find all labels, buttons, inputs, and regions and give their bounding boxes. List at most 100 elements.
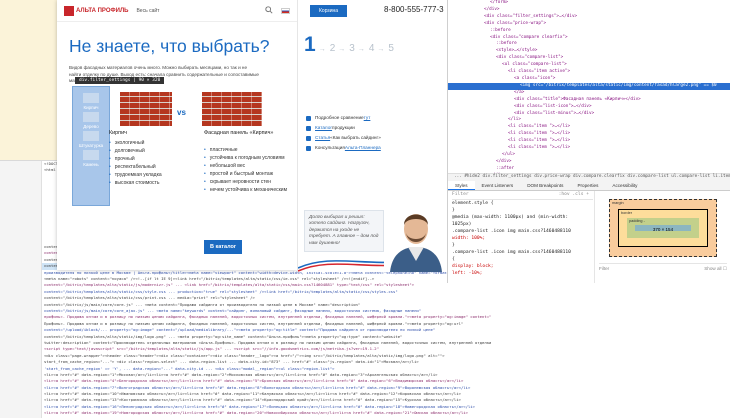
dom-node[interactable]: <div class="list-minus">…</div> — [448, 111, 730, 118]
show-all-checkbox[interactable]: Show all ☐ — [704, 266, 727, 273]
catalog-button[interactable]: В каталог — [204, 240, 243, 254]
tab-styles[interactable]: Styles — [448, 181, 475, 190]
dom-node[interactable]: <div class="compare-list"> — [448, 55, 730, 62]
style-line[interactable]: left: -10%; — [452, 270, 593, 277]
filter-item-label[interactable]: Кирпич — [73, 105, 109, 110]
style-line[interactable]: { — [452, 256, 593, 263]
arrow-right-icon: → — [357, 46, 365, 53]
box-model-margin: margin border padding - 370 × 154 — [609, 199, 717, 257]
style-line[interactable]: } — [452, 207, 593, 214]
dom-node[interactable]: <style>…</style> — [448, 48, 730, 55]
style-line[interactable]: } — [452, 242, 593, 249]
style-line[interactable]: 1025px) — [452, 221, 593, 228]
site-right-panel: Корзина 8-800-555-777-3 1 → 2 → 3 → 4 → … — [297, 0, 447, 272]
logo-text: АЛЬТА ПРОФИЛЬ — [76, 7, 129, 14]
dom-node[interactable]: </li> — [448, 117, 730, 124]
dom-node[interactable]: </form> — [448, 0, 730, 7]
filter-item-label[interactable]: Штукатурка — [73, 143, 109, 148]
box-model-border: border padding - 370 × 154 — [618, 209, 708, 247]
dom-node[interactable]: <div class="filter_settings">…</div> — [448, 14, 730, 21]
filter-swatch[interactable] — [83, 150, 99, 160]
style-line[interactable]: element.style { — [452, 200, 593, 207]
dom-breadcrumb[interactable]: ... #hide2 div.filter_settings div.price… — [448, 173, 730, 181]
search-icon[interactable] — [265, 5, 273, 16]
dom-node[interactable]: </ul> — [448, 152, 730, 159]
step-5[interactable]: 5 — [388, 43, 394, 54]
dom-node[interactable]: </a> — [448, 90, 730, 97]
dom-node[interactable]: <div class="price-wrap"> — [448, 21, 730, 28]
dom-node[interactable]: <li class="item ">…</li> — [448, 131, 730, 138]
link-compare[interactable]: Подробное сравнение тут — [306, 113, 381, 123]
dom-node[interactable]: ::before — [448, 28, 730, 35]
feature-item: простой и быстрый монтаж — [204, 170, 292, 178]
language-flag-icon[interactable] — [281, 7, 290, 14]
filter-item-label[interactable]: Камень — [73, 162, 109, 167]
styles-filter-hints[interactable]: :hov .cls + — [559, 191, 589, 199]
step-2[interactable]: 2 — [330, 43, 336, 54]
dom-node[interactable]: </div> — [448, 159, 730, 166]
tab-accessibility[interactable]: Accessibility — [605, 181, 644, 190]
element-tooltip: div.filter_settings | 90 × 320 — [75, 77, 165, 84]
style-line[interactable]: display: block; — [452, 263, 593, 270]
right-column-title: Фасадная панель «Кирпич» — [204, 130, 274, 136]
step-4[interactable]: 4 — [369, 43, 375, 54]
phone-number[interactable]: 8-800-555-777-3 — [384, 5, 444, 14]
link-text: «Как выбрать сайдинг» — [330, 135, 381, 140]
link-anchor[interactable]: Альта-Планнера — [345, 143, 381, 153]
arrow-right-icon: → — [377, 46, 385, 53]
tab-event-listeners[interactable]: Event Listeners — [475, 181, 521, 190]
style-line[interactable]: width: 100%; — [452, 235, 593, 242]
right-feature-list: пластичныеустойчива к погодным условиямн… — [204, 146, 292, 194]
styles-filter-input[interactable]: Filter — [452, 191, 469, 199]
step-1[interactable]: 1 — [304, 33, 316, 57]
link-anchor[interactable]: Статья — [315, 133, 330, 143]
tab-properties[interactable]: Properties — [570, 181, 605, 190]
dom-node[interactable]: <a class="icon"> — [448, 76, 730, 83]
consult-icon — [306, 145, 311, 151]
link-anchor[interactable]: тут — [364, 113, 371, 123]
style-line[interactable]: .compare-list .icon img main.css?1460488… — [452, 228, 593, 235]
catalog-icon — [306, 125, 311, 131]
link-article[interactable]: Статья «Как выбрать сайдинг» — [306, 133, 381, 143]
dom-node[interactable]: <div class="list-icon">…</div> — [448, 104, 730, 111]
dom-node[interactable]: <img src="/bitrix/templates/alta/static/… — [448, 82, 730, 90]
box-model-padding: padding - 370 × 154 — [627, 218, 699, 238]
elements-tree[interactable]: </form> </div> <div class="filter_settings… — [448, 0, 730, 180]
dom-node[interactable]: <div class="compare clearfix"> — [448, 35, 730, 42]
dom-node[interactable]: <li class="item active"> — [448, 69, 730, 76]
region-selector[interactable]: Весь сайт — [136, 8, 159, 14]
dom-node[interactable]: <li class="item ">…</li> — [448, 124, 730, 131]
dom-node[interactable]: ::before — [448, 41, 730, 48]
site-logo[interactable]: АЛЬТА ПРОФИЛЬ — [64, 5, 129, 16]
logo-mark-icon — [64, 5, 74, 16]
show-all-label: Show all — [704, 266, 722, 271]
dom-node[interactable]: <div class="title">Фасадная панель «Кирп… — [448, 97, 730, 104]
link-text: продукции — [332, 125, 355, 130]
dom-node[interactable]: <li class="item ">…</li> — [448, 138, 730, 145]
dom-node[interactable]: <ul class="compare-list"> — [448, 62, 730, 69]
computed-filter-input[interactable]: Filter — [599, 266, 609, 273]
filter-item-label[interactable]: Дерево — [73, 124, 109, 129]
link-anchor[interactable]: Каталог — [315, 123, 332, 133]
link-consult[interactable]: Консультация Альта-Планнера — [306, 143, 381, 153]
tab-dom-breakpoints[interactable]: DOM Breakpoints — [520, 181, 570, 190]
arrow-right-icon: → — [318, 46, 326, 53]
style-rules[interactable]: element.style {} @media (max-width: 1100p… — [452, 200, 593, 277]
step-indicator: 1 → 2 → 3 → 4 → 5 — [304, 33, 397, 57]
filter-swatch[interactable] — [83, 93, 99, 103]
arrow-right-icon: → — [338, 46, 346, 53]
style-line[interactable]: @media (max-width: 1100px) and (min-widt… — [452, 214, 593, 221]
brick-image — [120, 92, 172, 126]
step-3[interactable]: 3 — [349, 43, 355, 54]
style-line[interactable]: .compare-list .icon img main.css?1460488… — [452, 249, 593, 256]
filter-swatch[interactable] — [83, 131, 99, 141]
link-catalog[interactable]: Каталог продукции — [306, 123, 381, 133]
dom-node[interactable]: </div> — [448, 7, 730, 14]
filter-swatch[interactable] — [83, 112, 99, 122]
left-column-title: Кирпич — [109, 130, 127, 136]
dom-node[interactable]: <li class="item ">…</li> — [448, 145, 730, 152]
dom-node[interactable]: ::after — [448, 166, 730, 173]
cart-button[interactable]: Корзина — [310, 5, 348, 17]
feature-item: экологичный — [109, 139, 175, 147]
filter-settings[interactable]: Кирпич Дерево Штукатурка Камень — [72, 86, 110, 206]
